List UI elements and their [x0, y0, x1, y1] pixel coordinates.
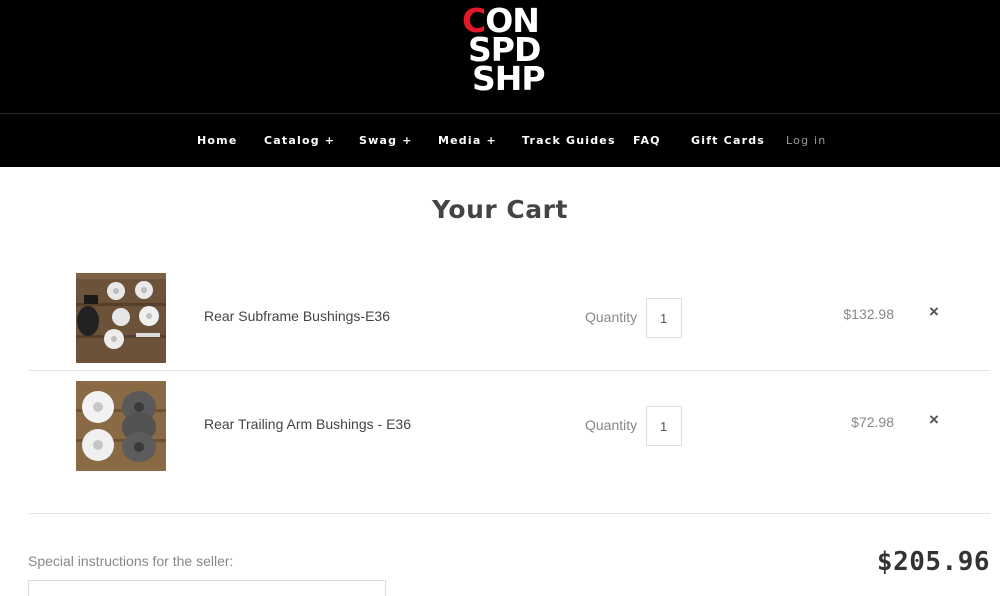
page-title: Your Cart: [432, 195, 568, 224]
site-logo[interactable]: CON SPD SHP: [462, 4, 558, 98]
nav-home[interactable]: Home: [197, 134, 238, 147]
nav-track-guides[interactable]: Track Guides: [522, 134, 616, 147]
cart-divider: [28, 513, 990, 514]
instructions-label: Special instructions for the seller:: [28, 553, 234, 569]
nav-faq[interactable]: FAQ: [633, 134, 661, 147]
main-nav: Home Catalog + Swag + Media + Track Guid…: [0, 114, 1000, 167]
cart-item-row: Rear Trailing Arm Bushings - E36 Quantit…: [28, 372, 990, 480]
nav-log-in[interactable]: Log in: [786, 134, 826, 147]
nav-swag[interactable]: Swag +: [359, 134, 413, 147]
nav-gift-cards[interactable]: Gift Cards: [691, 134, 765, 147]
cart-item-row: Rear Subframe Bushings-E36 Quantity $132…: [28, 264, 990, 372]
logo-line-3: SHP: [472, 59, 546, 98]
item-name[interactable]: Rear Trailing Arm Bushings - E36: [204, 416, 411, 432]
quantity-label: Quantity: [585, 417, 638, 433]
instructions-textarea[interactable]: [28, 580, 386, 596]
item-name[interactable]: Rear Subframe Bushings-E36: [204, 308, 390, 324]
nav-catalog[interactable]: Catalog +: [264, 134, 335, 147]
item-price: $72.98: [851, 414, 894, 430]
cart-total: $205.96: [876, 547, 990, 577]
product-thumbnail[interactable]: [76, 381, 166, 471]
nav-media[interactable]: Media +: [438, 134, 497, 147]
remove-icon[interactable]: ×: [929, 410, 939, 430]
quantity-label: Quantity: [585, 309, 638, 325]
quantity-input[interactable]: [646, 406, 682, 446]
remove-icon[interactable]: ×: [929, 302, 939, 322]
quantity-input[interactable]: [646, 298, 682, 338]
site-header: CON SPD SHP: [0, 0, 1000, 113]
row-divider: [28, 370, 990, 371]
product-thumbnail[interactable]: [76, 273, 166, 363]
item-price: $132.98: [843, 306, 894, 322]
